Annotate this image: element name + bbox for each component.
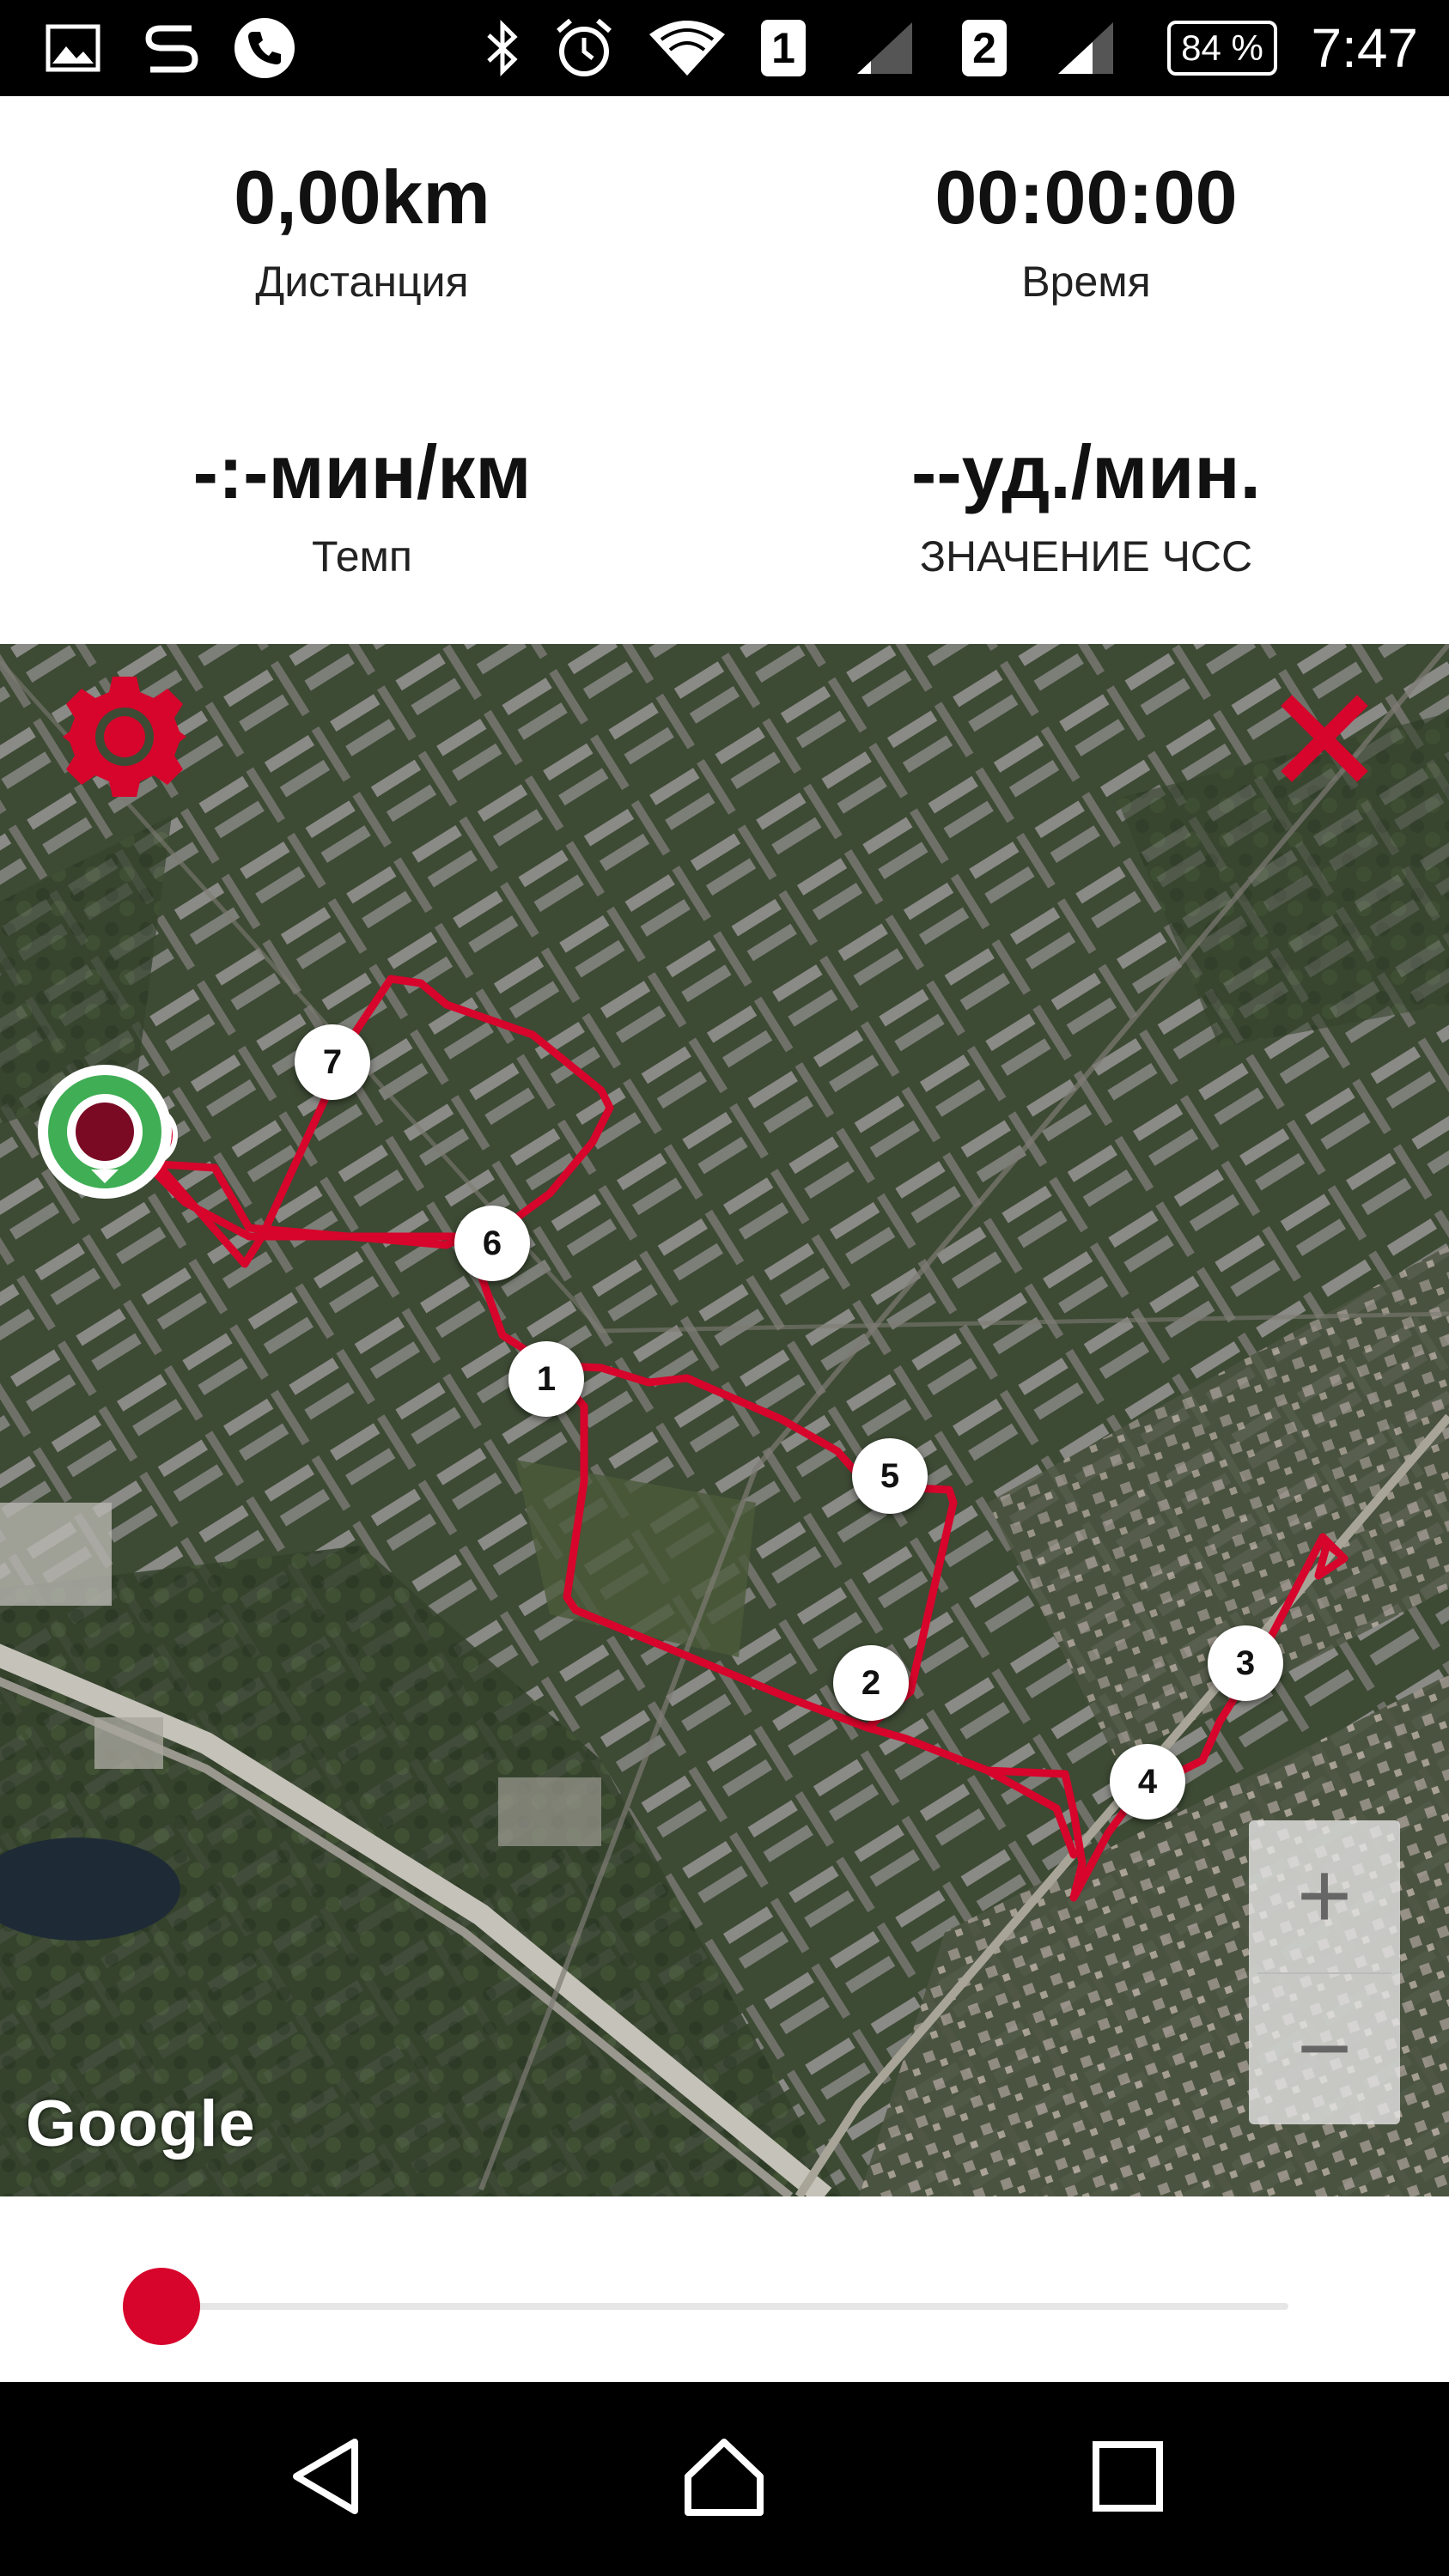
satellite-imagery xyxy=(0,644,1449,2196)
time-value: 00:00:00 xyxy=(935,155,1238,240)
zoom-controls: + − xyxy=(1249,1820,1400,2124)
pace-label: Темп xyxy=(312,532,412,580)
heart-rate-stat: --уд./мин. ЗНАЧЕНИЕ ЧСС xyxy=(724,429,1448,582)
back-icon[interactable] xyxy=(273,2425,376,2528)
route-marker-1[interactable]: 1 xyxy=(508,1341,584,1417)
route-marker-7[interactable]: 7 xyxy=(295,1024,370,1100)
phone-icon xyxy=(230,17,299,79)
heart-rate-value: --уд./мин. xyxy=(911,429,1261,514)
gallery-icon xyxy=(43,17,103,79)
route-marker-5[interactable]: 5 xyxy=(852,1438,928,1514)
route-map[interactable]: 1 2 3 4 5 6 7 + − Google xyxy=(0,644,1449,2196)
alarm-icon xyxy=(550,17,618,79)
pace-value: -:-мин/км xyxy=(192,429,532,514)
route-marker-4[interactable]: 4 xyxy=(1110,1744,1185,1820)
status-time: 7:47 xyxy=(1311,17,1418,79)
navigation-bar xyxy=(0,2382,1449,2576)
zoom-in-button[interactable]: + xyxy=(1249,1820,1400,1971)
wifi-icon xyxy=(646,17,728,79)
playback-slider[interactable] xyxy=(0,2196,1449,2382)
heart-rate-label: ЗНАЧЕНИЕ ЧСС xyxy=(919,532,1253,580)
sim1-badge: 1 xyxy=(758,17,809,79)
signal-icon xyxy=(850,17,919,79)
distance-stat: 0,00km Дистанция xyxy=(0,155,724,307)
recents-icon[interactable] xyxy=(1076,2425,1179,2528)
zoom-out-button[interactable]: − xyxy=(1249,1973,1400,2124)
distance-label: Дистанция xyxy=(255,258,469,306)
battery-icon: 84 % xyxy=(1166,17,1278,79)
sim2-badge: 2 xyxy=(959,17,1010,79)
bluetooth-icon xyxy=(477,17,528,79)
google-attribution: Google xyxy=(26,2087,256,2160)
route-marker-3[interactable]: 3 xyxy=(1208,1625,1283,1701)
distance-value: 0,00km xyxy=(234,155,490,240)
pace-stat: -:-мин/км Темп xyxy=(0,429,724,582)
gear-icon[interactable] xyxy=(63,677,186,797)
slider-track[interactable] xyxy=(161,2303,1288,2310)
route-marker-6[interactable]: 6 xyxy=(454,1206,530,1281)
s-app-icon xyxy=(137,17,206,79)
route-marker-2[interactable]: 2 xyxy=(833,1645,909,1721)
signal-icon xyxy=(1051,17,1120,79)
time-label: Время xyxy=(1021,258,1151,306)
battery-level: 84 % xyxy=(1167,21,1277,76)
slider-thumb[interactable] xyxy=(123,2268,200,2345)
home-icon[interactable] xyxy=(673,2425,776,2528)
time-stat: 00:00:00 Время xyxy=(724,155,1448,307)
workout-stats: 0,00km Дистанция 00:00:00 Время -:-мин/к… xyxy=(0,96,1449,644)
status-bar: 1 2 84 % 7:47 xyxy=(0,0,1449,96)
